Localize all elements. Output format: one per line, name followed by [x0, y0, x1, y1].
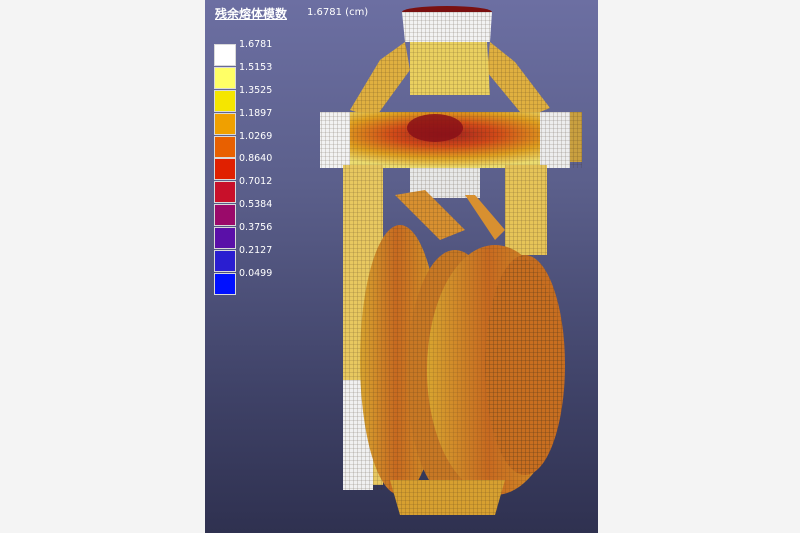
- legend-swatch: [214, 250, 236, 273]
- legend-swatch: [214, 44, 236, 66]
- legend-swatch: [214, 204, 236, 227]
- legend-label: 0.0499: [239, 267, 273, 279]
- legend-swatch: [214, 66, 236, 89]
- legend-label: 1.6781: [239, 39, 273, 50]
- casting-mesh-render: [320, 6, 582, 515]
- max-value-readout: 1.6781 (cm): [307, 7, 369, 18]
- legend-swatch: [214, 112, 236, 135]
- legend-label: 0.3756: [239, 222, 273, 234]
- legend-swatch: [214, 227, 236, 250]
- legend-swatch: [214, 89, 236, 112]
- main-wheel: [427, 245, 565, 495]
- riser-top: [402, 6, 492, 42]
- legend-swatch: [214, 272, 236, 295]
- legend-label: 1.5153: [239, 61, 273, 73]
- simulation-viewport[interactable]: 残余熔体模数 1.6781 (cm) 1.6781 1.5153 1.3525 1.1…: [205, 0, 598, 533]
- legend-label: 0.7012: [239, 176, 273, 188]
- top-plate: [320, 112, 582, 168]
- legend-label: 1.1897: [239, 107, 273, 119]
- legend-label: 1.0269: [239, 130, 273, 142]
- legend-swatch: [214, 135, 236, 158]
- legend-label: 0.8640: [239, 153, 273, 165]
- legend-label: 0.5384: [239, 199, 273, 211]
- legend-swatch: [214, 158, 236, 181]
- right-column: [505, 165, 547, 255]
- result-title: 残余熔体模数: [215, 7, 288, 21]
- legend-label: 1.3525: [239, 84, 273, 96]
- legend-swatch: [214, 181, 236, 204]
- legend-label: 0.2127: [239, 245, 273, 257]
